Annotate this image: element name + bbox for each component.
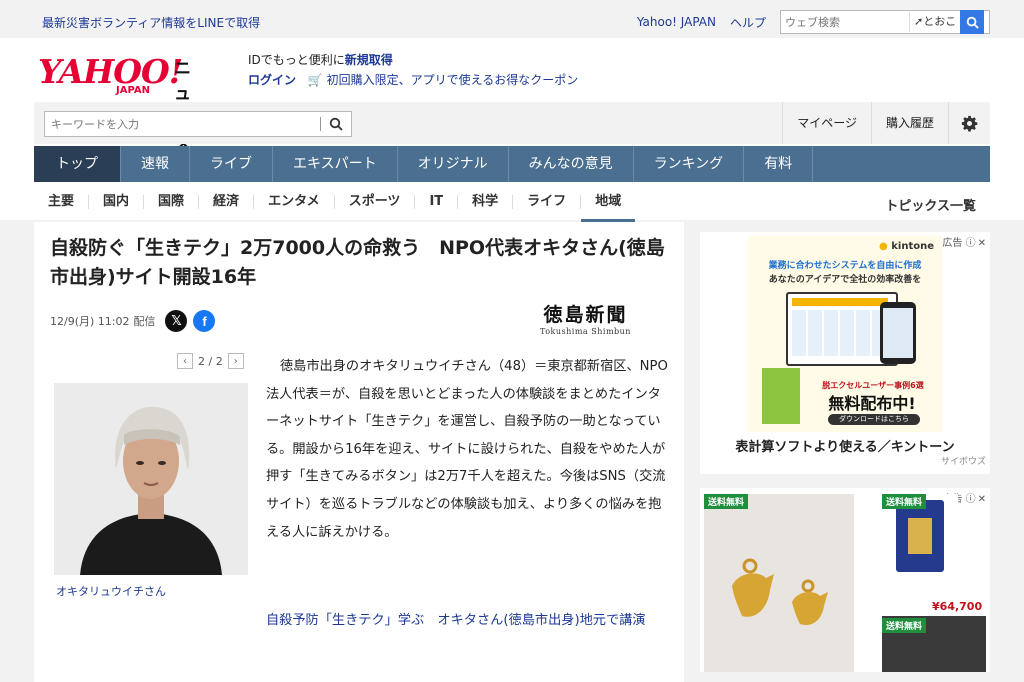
topic-domestic[interactable]: 国内 xyxy=(89,195,145,209)
topic-local[interactable]: 地域 xyxy=(581,195,636,222)
location-arrow-icon: ➚ xyxy=(914,15,924,28)
close-icon: ✕ xyxy=(977,238,986,249)
gold-charm-image xyxy=(704,494,854,672)
global-nav: トップ 速報 ライブ エキスパート オリジナル みんなの意見 ランキング 有料 xyxy=(34,146,990,182)
topic-it[interactable]: IT xyxy=(415,195,459,209)
login-promo: IDでもっと便利に新規取得 ログイン 🛒 初回購入限定、アプリで使えるお得なクー… xyxy=(248,53,579,87)
search-icon xyxy=(966,16,979,29)
ad-sponsor: サイボウズ xyxy=(940,457,986,467)
topic-main[interactable]: 主要 xyxy=(34,195,90,209)
gnav-tab-original[interactable]: オリジナル xyxy=(398,146,509,182)
keyword-search-button[interactable] xyxy=(321,117,351,131)
next-page-button[interactable]: › xyxy=(227,353,244,369)
ad-product-large[interactable] xyxy=(704,494,854,672)
share-x-button[interactable]: 𝕏 xyxy=(165,310,188,332)
yahoo-japan-link[interactable]: Yahoo! JAPAN xyxy=(637,15,716,29)
ad-kintone[interactable]: ● kintone 業務に合わせたシステムを自由に作成 あなたのアイデアで全社の… xyxy=(700,232,990,474)
search-icon xyxy=(329,117,343,131)
close-icon: ✕ xyxy=(977,494,986,505)
gnav-tab-ranking[interactable]: ランキング xyxy=(634,146,745,182)
article-datetime: 12/9(月) 11:02 xyxy=(50,315,130,328)
prev-page-button[interactable]: ‹ xyxy=(177,353,193,369)
photo-caption: オキタリュウイチさん xyxy=(56,585,166,598)
top-utility-bar: 最新災害ボランティア情報をLINEで取得 Yahoo! JAPAN ヘルプ ➚と… xyxy=(34,8,990,36)
info-icon: ⓘ xyxy=(965,238,976,249)
topic-entertainment[interactable]: エンタメ xyxy=(254,195,335,209)
web-search-input[interactable] xyxy=(781,12,909,32)
disaster-line-link[interactable]: 最新災害ボランティア情報をLINEで取得 xyxy=(42,14,260,31)
ad-kintone-caption: 表計算ソフトより使える／キントーン xyxy=(735,440,955,455)
article-body: 徳島市出身のオキタリュウイチさん（48）＝東京都新宿区、NPO法人代表＝が、自殺… xyxy=(266,359,668,540)
ad-kintone-image: ● kintone 業務に合わせたシステムを自由に作成 あなたのアイデアで全社の… xyxy=(748,236,942,432)
gnav-tab-top[interactable]: トップ xyxy=(34,146,121,182)
facebook-icon: f xyxy=(202,313,207,329)
topic-life[interactable]: ライフ xyxy=(513,195,582,209)
topic-sports[interactable]: スポーツ xyxy=(335,195,416,209)
article-delivered-label: 配信 xyxy=(133,315,156,328)
ad-product-small-1[interactable]: ¥64,700 xyxy=(882,494,982,613)
topic-nav: 主要 国内 国際 経済 エンタメ スポーツ IT 科学 ライフ 地域 トピックス… xyxy=(34,184,990,222)
free-shipping-badge: 送料無料 xyxy=(882,494,927,509)
ad-label[interactable]: 広告 ⓘ✕ xyxy=(942,234,986,249)
article-photo[interactable] xyxy=(54,383,248,575)
kintone-logo-icon: ● xyxy=(879,241,888,252)
gnav-tab-breaking[interactable]: 速報 xyxy=(121,146,190,182)
topic-economy[interactable]: 経済 xyxy=(199,195,255,209)
coupon-link[interactable]: 初回購入限定、アプリで使えるお得なクーポン xyxy=(327,73,579,87)
gnav-tab-live[interactable]: ライブ xyxy=(190,146,273,182)
login-link[interactable]: ログイン xyxy=(248,73,296,87)
help-link[interactable]: ヘルプ xyxy=(730,14,766,31)
web-search-box: ➚とおこ xyxy=(780,10,990,34)
info-icon: ⓘ xyxy=(965,494,976,505)
keyword-search-input[interactable] xyxy=(45,117,320,131)
related-article-link[interactable]: 自殺予防「生きテク」学ぶ オキタさん(徳島市出身)地元で講演 xyxy=(50,607,670,635)
page-pager: ‹ 2 / 2 › xyxy=(172,353,249,369)
keyword-search-box xyxy=(44,111,352,137)
location-selector[interactable]: ➚とおこ xyxy=(909,12,960,32)
article-panel: 自殺防ぐ「生きテク」2万7000人の命救う NPO代表オキタさん(徳島市出身)サ… xyxy=(34,222,684,682)
article-meta: 12/9(月) 11:02 配信 𝕏 f xyxy=(50,310,216,332)
yahoo-news-logo[interactable]: YAHOO! JAPAN ニュース xyxy=(38,52,191,154)
cart-icon: 🛒 xyxy=(307,73,323,87)
product-price: ¥64,700 xyxy=(932,600,983,613)
settings-button[interactable] xyxy=(948,102,990,144)
mypage-link[interactable]: マイページ xyxy=(782,102,871,144)
all-topics-link[interactable]: トピックス一覧 xyxy=(885,195,976,214)
gnav-tab-expert[interactable]: エキスパート xyxy=(273,146,398,182)
topic-science[interactable]: 科学 xyxy=(458,195,514,209)
outlet-logo[interactable]: 徳島新聞 Tokushima Shimbun xyxy=(540,300,631,336)
register-link[interactable]: 新規取得 xyxy=(345,53,393,67)
gnav-tab-opinions[interactable]: みんなの意見 xyxy=(509,146,634,182)
gnav-tab-paid[interactable]: 有料 xyxy=(744,146,814,182)
chevron-left-icon: ‹ xyxy=(183,355,187,367)
page-indicator: 2 / 2 xyxy=(198,354,223,368)
topic-international[interactable]: 国際 xyxy=(144,195,200,209)
portrait-illustration xyxy=(54,383,248,575)
x-icon: 𝕏 xyxy=(171,313,182,329)
free-shipping-badge: 送料無料 xyxy=(882,618,927,633)
free-shipping-badge: 送料無料 xyxy=(704,494,749,509)
share-facebook-button[interactable]: f xyxy=(193,310,216,332)
ad-products: 広告 ⓘ✕ 送料無料 ¥64,700 送料無料 送料無料 xyxy=(700,488,990,672)
purchase-history-link[interactable]: 購入履歴 xyxy=(870,102,948,144)
news-search-row: マイページ 購入履歴 xyxy=(34,102,990,144)
article-title: 自殺防ぐ「生きテク」2万7000人の命救う NPO代表オキタさん(徳島市出身)サ… xyxy=(50,237,665,288)
gear-icon xyxy=(961,115,978,131)
chevron-right-icon: › xyxy=(233,355,238,367)
web-search-button[interactable] xyxy=(960,10,985,34)
